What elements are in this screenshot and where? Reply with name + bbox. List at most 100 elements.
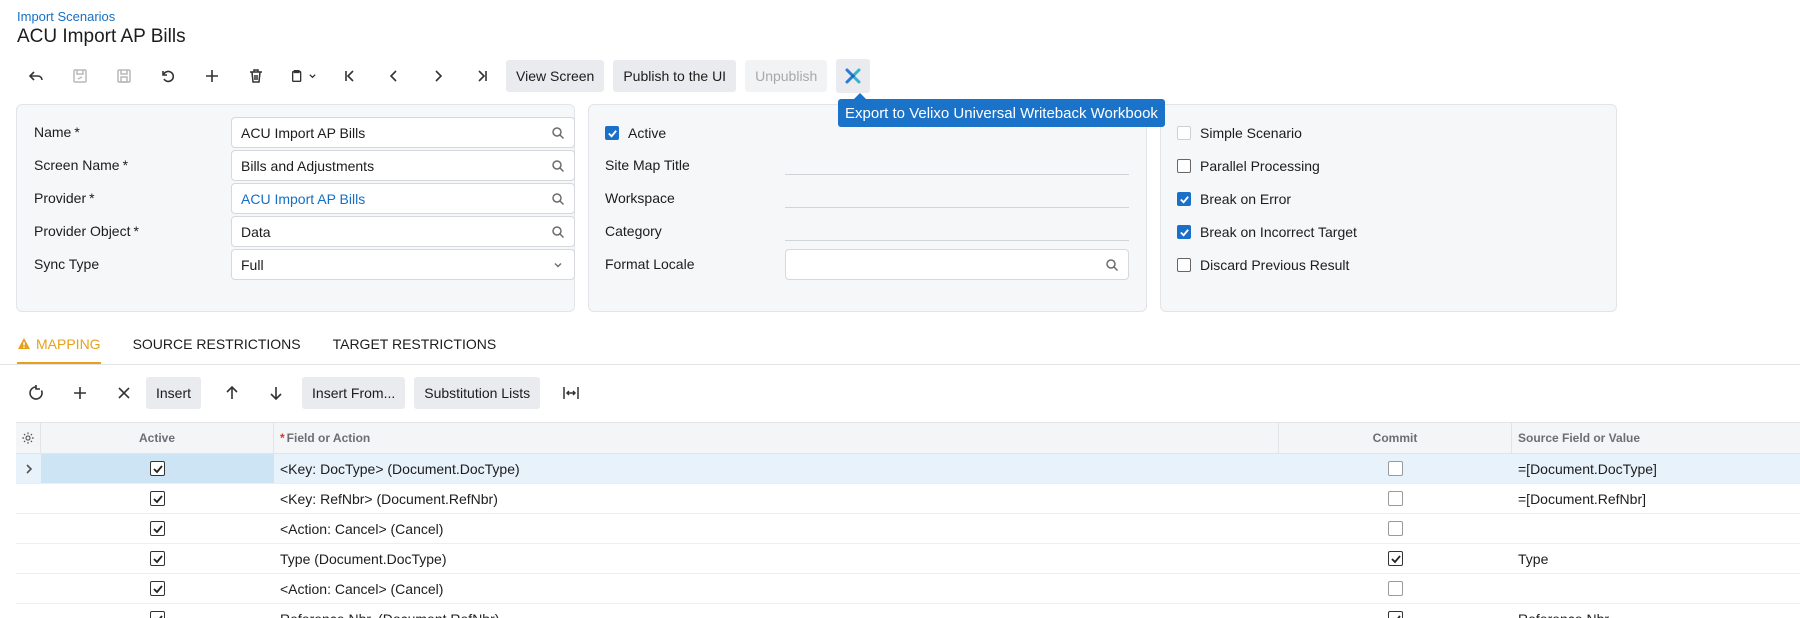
tab-mapping[interactable]: MAPPING — [17, 336, 101, 364]
simple-scenario-checkbox[interactable]: Simple Scenario — [1177, 122, 1302, 144]
table-row[interactable]: <Key: DocType> (Document.DocType) =[Docum… — [16, 454, 1800, 484]
row-expand-cell[interactable] — [16, 544, 41, 573]
name-input[interactable]: ACU Import AP Bills — [231, 117, 575, 148]
provider-input[interactable]: ACU Import AP Bills — [231, 183, 575, 214]
commit-cell[interactable] — [1279, 604, 1512, 618]
save-close-icon[interactable] — [58, 58, 102, 94]
table-row[interactable]: <Key: RefNbr> (Document.RefNbr) =[Documen… — [16, 484, 1800, 514]
checkbox-checked-icon[interactable] — [150, 611, 165, 618]
checkbox-checked-icon[interactable] — [150, 581, 165, 596]
break-on-incorrect-target-checkbox[interactable]: Break on Incorrect Target — [1177, 221, 1357, 243]
active-cell[interactable] — [41, 604, 274, 618]
checkbox-checked-icon[interactable] — [1388, 551, 1403, 566]
search-icon[interactable] — [551, 225, 565, 239]
format-locale-input[interactable] — [785, 249, 1129, 280]
fit-columns-icon[interactable] — [549, 375, 593, 411]
field-cell[interactable]: <Action: Cancel> (Cancel) — [274, 514, 1279, 543]
commit-cell[interactable] — [1279, 484, 1512, 513]
source-cell[interactable]: =[Document.RefNbr] — [1512, 484, 1800, 513]
search-icon[interactable] — [551, 192, 565, 206]
column-header-source[interactable]: Source Field or Value — [1512, 423, 1800, 453]
delete-row-icon[interactable] — [102, 375, 146, 411]
chevron-right-icon[interactable] — [22, 462, 36, 476]
add-icon[interactable] — [190, 58, 234, 94]
tab-target-restrictions[interactable]: TARGET RESTRICTIONS — [333, 336, 497, 364]
add-row-icon[interactable] — [58, 375, 102, 411]
checkbox-checked-icon[interactable] — [1177, 192, 1191, 206]
unpublish-button[interactable]: Unpublish — [745, 60, 828, 92]
active-cell[interactable] — [41, 484, 274, 513]
last-record-icon[interactable] — [460, 58, 504, 94]
source-cell[interactable]: Type — [1512, 544, 1800, 573]
insert-button[interactable]: Insert — [146, 377, 202, 409]
checkbox-checked-icon[interactable] — [150, 461, 165, 476]
checkbox-checked-icon[interactable] — [1177, 225, 1191, 239]
sync-type-select[interactable]: Full — [231, 249, 575, 280]
checkbox-unchecked-icon[interactable] — [1177, 258, 1191, 272]
checkbox-checked-icon[interactable] — [1388, 611, 1403, 618]
source-cell[interactable] — [1512, 574, 1800, 603]
table-row[interactable]: Reference Nbr. (Document.RefNbr) Referenc… — [16, 604, 1800, 618]
commit-cell[interactable] — [1279, 454, 1512, 483]
field-cell[interactable]: <Key: DocType> (Document.DocType) — [274, 454, 1279, 483]
column-header-active[interactable]: Active — [41, 423, 274, 453]
provider-object-input[interactable]: Data — [231, 216, 575, 247]
category-input[interactable] — [785, 240, 1129, 241]
field-cell[interactable]: <Action: Cancel> (Cancel) — [274, 574, 1279, 603]
tab-source-restrictions[interactable]: SOURCE RESTRICTIONS — [133, 336, 301, 364]
column-settings-icon[interactable] — [16, 423, 41, 453]
substitution-lists-button[interactable]: Substitution Lists — [414, 377, 541, 409]
commit-cell[interactable] — [1279, 544, 1512, 573]
checkbox-checked-icon[interactable] — [150, 491, 165, 506]
previous-record-icon[interactable] — [372, 58, 416, 94]
workspace-input[interactable] — [785, 207, 1129, 208]
row-expand-cell[interactable] — [16, 574, 41, 603]
active-cell[interactable] — [41, 544, 274, 573]
field-cell[interactable]: Type (Document.DocType) — [274, 544, 1279, 573]
velixo-export-button[interactable] — [836, 59, 871, 93]
table-row[interactable]: Type (Document.DocType) Type — [16, 544, 1800, 574]
active-checkbox[interactable]: Active — [605, 122, 666, 144]
checkbox-unchecked-icon[interactable] — [1388, 521, 1403, 536]
checkbox-checked-icon[interactable] — [150, 521, 165, 536]
next-record-icon[interactable] — [416, 58, 460, 94]
search-icon[interactable] — [1105, 258, 1119, 272]
discard-previous-result-checkbox[interactable]: Discard Previous Result — [1177, 254, 1349, 276]
search-icon[interactable] — [551, 126, 565, 140]
table-row[interactable]: <Action: Cancel> (Cancel) — [16, 574, 1800, 604]
break-on-error-checkbox[interactable]: Break on Error — [1177, 188, 1291, 210]
checkbox-checked-icon[interactable] — [605, 126, 619, 140]
refresh-icon[interactable] — [14, 375, 58, 411]
publish-button[interactable]: Publish to the UI — [613, 60, 737, 92]
field-cell[interactable]: Reference Nbr. (Document.RefNbr) — [274, 604, 1279, 618]
clipboard-icon[interactable] — [278, 58, 328, 94]
view-screen-button[interactable]: View Screen — [506, 60, 605, 92]
row-expand-cell[interactable] — [16, 514, 41, 543]
active-cell[interactable] — [41, 574, 274, 603]
commit-cell[interactable] — [1279, 574, 1512, 603]
commit-cell[interactable] — [1279, 514, 1512, 543]
checkbox-unchecked-icon[interactable] — [1177, 126, 1191, 140]
screen-name-input[interactable]: Bills and Adjustments — [231, 150, 575, 181]
delete-icon[interactable] — [234, 58, 278, 94]
breadcrumb[interactable]: Import Scenarios — [17, 9, 115, 24]
search-icon[interactable] — [551, 159, 565, 173]
save-icon[interactable] — [102, 58, 146, 94]
back-icon[interactable] — [14, 58, 58, 94]
parallel-processing-checkbox[interactable]: Parallel Processing — [1177, 155, 1320, 177]
checkbox-checked-icon[interactable] — [150, 551, 165, 566]
undo-icon[interactable] — [146, 58, 190, 94]
source-cell[interactable] — [1512, 514, 1800, 543]
column-header-commit[interactable]: Commit — [1279, 423, 1512, 453]
active-cell[interactable] — [41, 514, 274, 543]
source-cell[interactable]: =[Document.DocType] — [1512, 454, 1800, 483]
move-up-icon[interactable] — [210, 375, 254, 411]
checkbox-unchecked-icon[interactable] — [1388, 461, 1403, 476]
checkbox-unchecked-icon[interactable] — [1388, 491, 1403, 506]
row-expand-cell[interactable] — [16, 454, 41, 483]
row-expand-cell[interactable] — [16, 484, 41, 513]
field-cell[interactable]: <Key: RefNbr> (Document.RefNbr) — [274, 484, 1279, 513]
checkbox-unchecked-icon[interactable] — [1177, 159, 1191, 173]
active-cell[interactable] — [41, 454, 274, 483]
first-record-icon[interactable] — [328, 58, 372, 94]
